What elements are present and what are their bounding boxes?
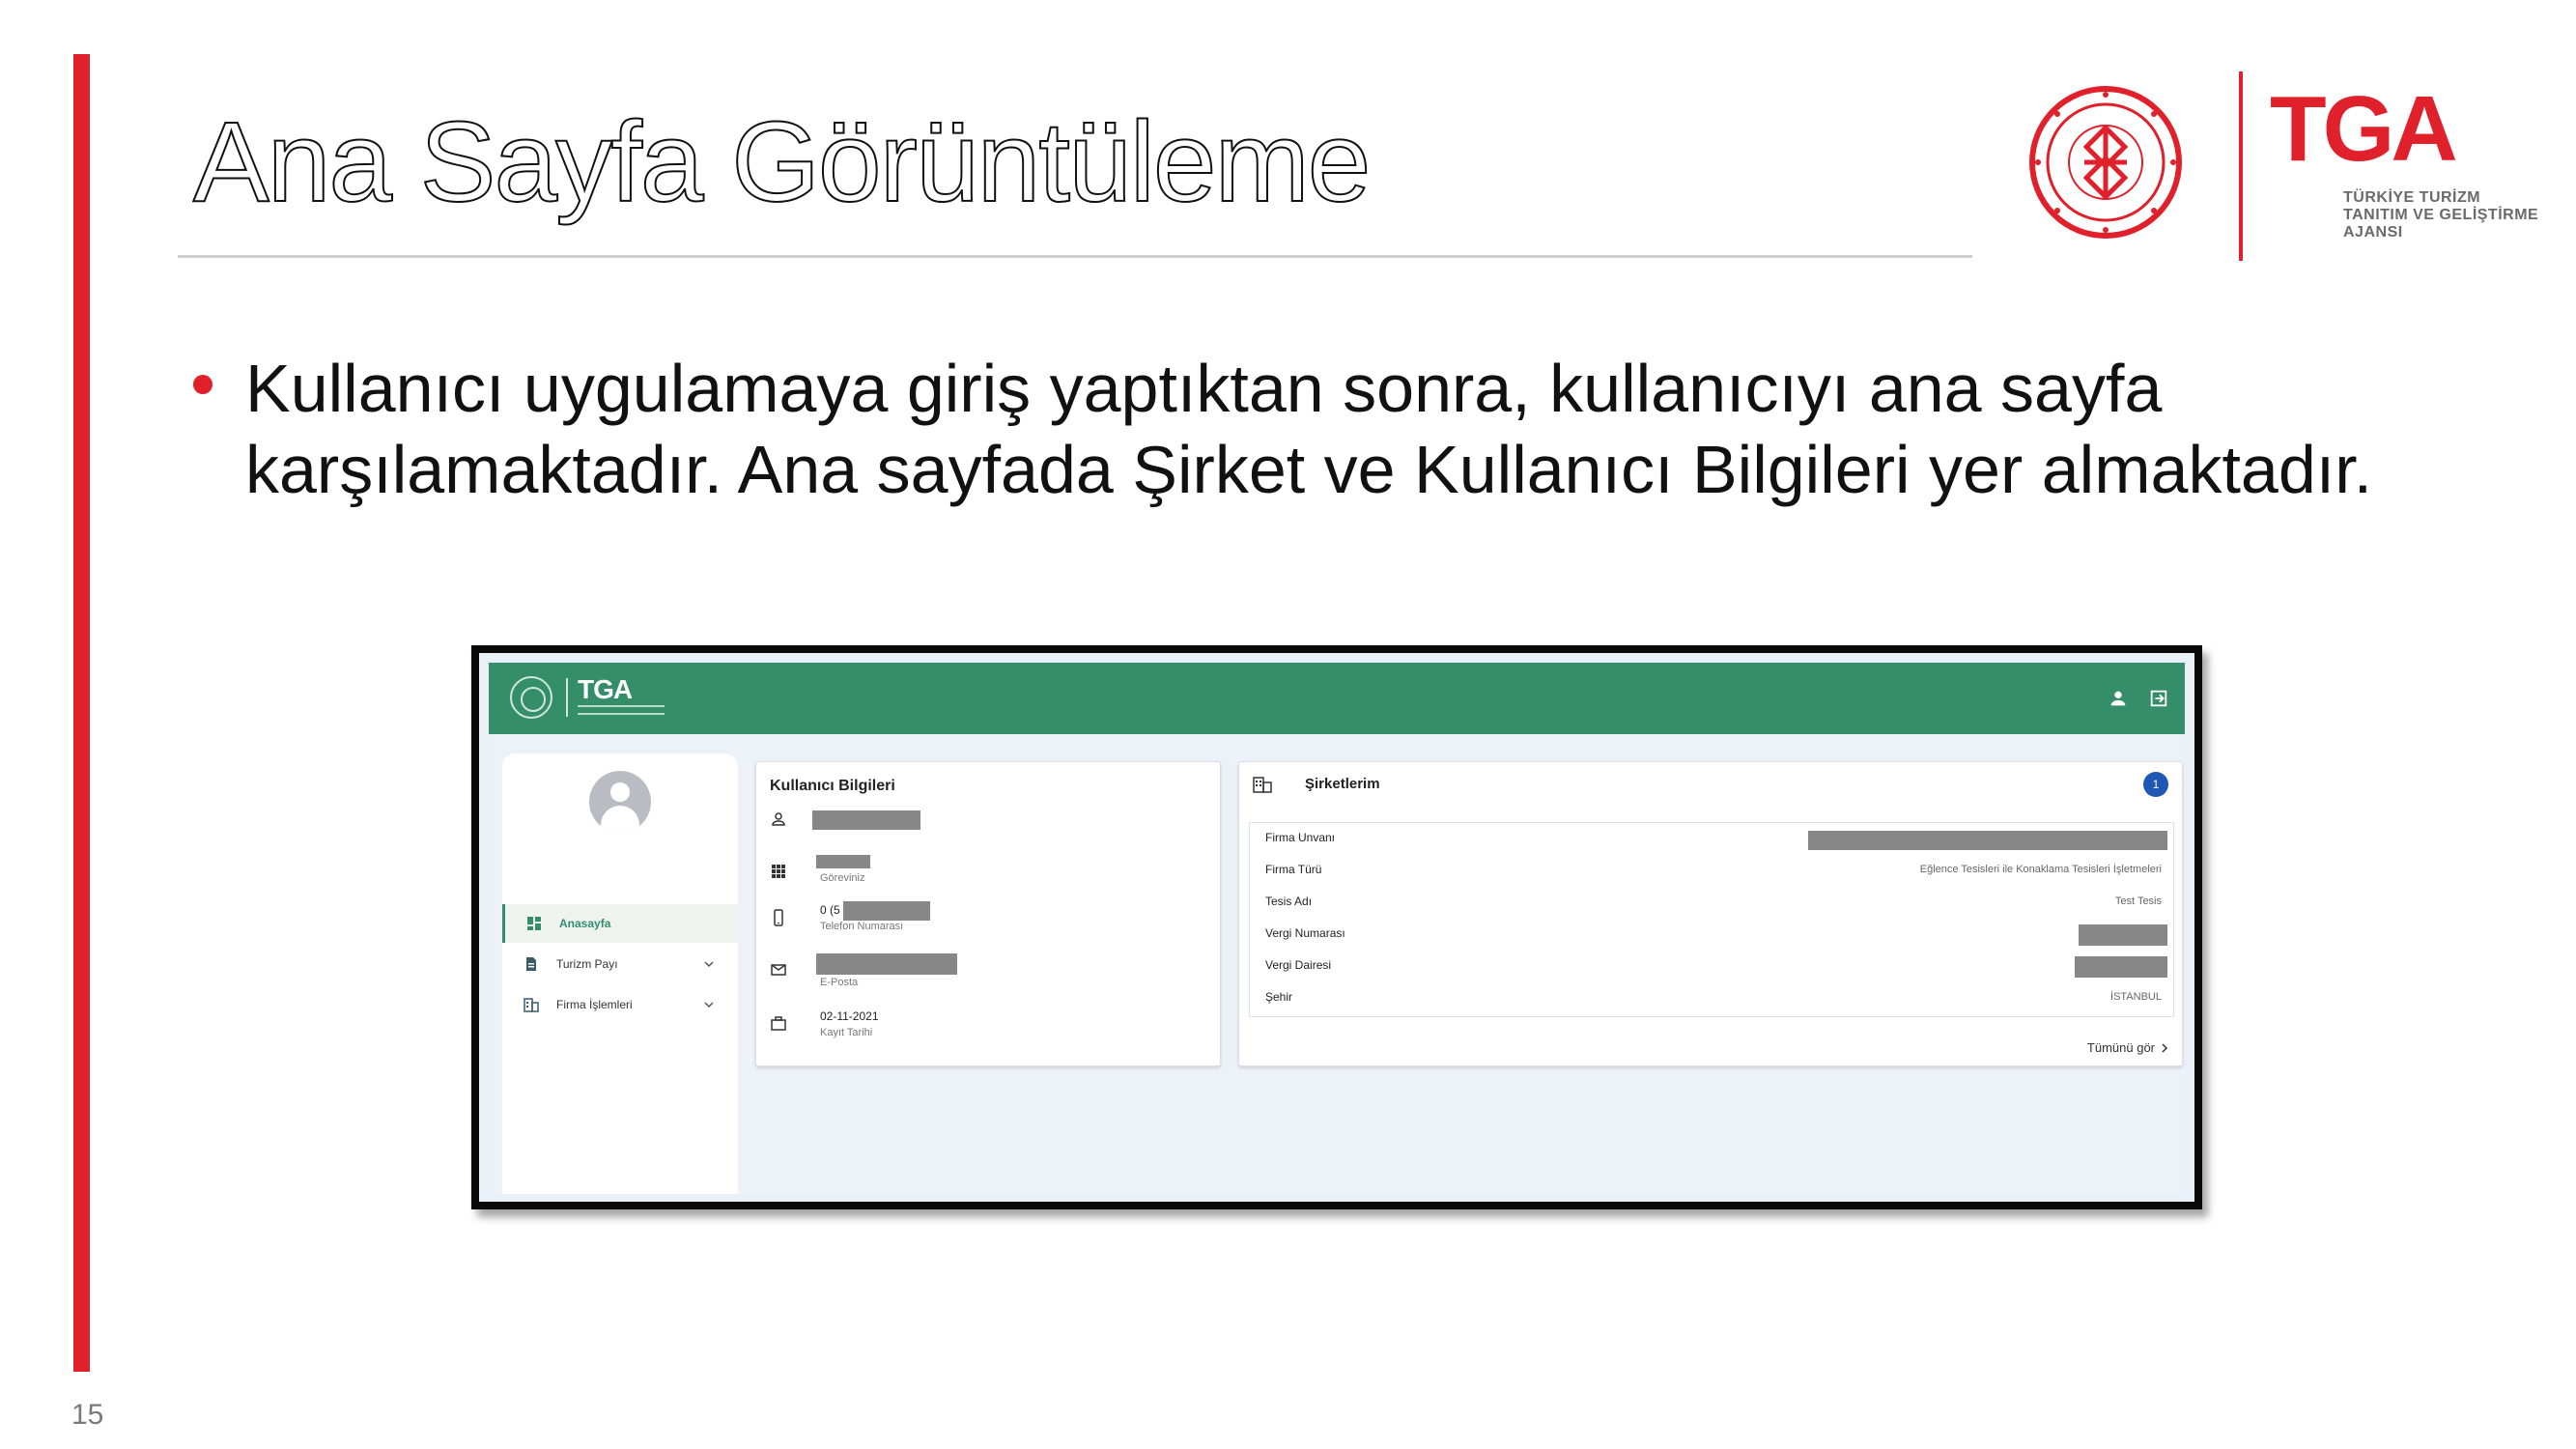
bullet-text: Kullanıcı uygulamaya giriş yaptıktan son… (245, 351, 2373, 507)
redacted-name (812, 810, 920, 830)
phone-value: 0 (5 (820, 903, 840, 917)
sidebar: Anasayfa Turizm Payı Firma İşlemleri (502, 753, 738, 1194)
company-count-badge: 1 (2143, 772, 2168, 797)
redacted-phone (843, 901, 930, 921)
slide-title: Ana Sayfa Görüntüleme (192, 98, 1372, 227)
table-row: Tesis Adı Test Tesis (1250, 887, 2173, 919)
building-icon (1253, 777, 1272, 793)
row-key: Vergi Numarası (1265, 926, 1345, 940)
table-row: Firma Türü Eğlence Tesisleri ile Konakla… (1250, 855, 2173, 887)
row-key: Firma Türü (1265, 863, 1322, 876)
tga-subtitle-line: AJANSI (2343, 224, 2403, 241)
companies-card-title: Şirketlerim (1305, 776, 1380, 792)
date-label: Kayıt Tarihi (820, 1027, 873, 1038)
redacted-position (816, 855, 870, 868)
ministry-seal-icon (2029, 86, 2182, 239)
document-icon (526, 957, 536, 971)
app-logo[interactable]: TGA (510, 674, 684, 721)
app-header: TGA (489, 663, 2185, 734)
dashboard-icon (527, 917, 541, 930)
app-tga-subtitle (578, 705, 665, 715)
user-position-row: Göreviniz (756, 853, 1220, 901)
sidebar-item-label: Turizm Payı (556, 957, 618, 971)
app-window: TGA Anasayfa Turizm Payı Firma İşlemleri… (489, 663, 2185, 1194)
tga-subtitle: TÜRKİYE TURİZM TANITIM VE GELİŞTİRME AJA… (2343, 189, 2538, 242)
phone-label: Telefon Numarası (820, 921, 904, 932)
user-phone-row: 0 (5 Telefon Numarası (756, 901, 1220, 950)
user-card-title: Kullanıcı Bilgileri (770, 778, 895, 794)
email-label: E-Posta (820, 977, 859, 988)
redacted-tax-number (2079, 924, 2167, 946)
sidebar-item-turizm-payi[interactable]: Turizm Payı (502, 945, 738, 983)
row-key: Firma Unvanı (1265, 831, 1336, 844)
tga-subtitle-line: TÜRKİYE TURİZM (2343, 189, 2481, 206)
company-details-table: Firma Unvanı Firma Türü Eğlence Tesisler… (1249, 822, 2174, 1017)
grid-icon (772, 865, 785, 878)
redacted-tax-office (2075, 956, 2167, 978)
user-email-row: E-Posta (756, 953, 1220, 1002)
tga-logo: TGA TÜRKİYE TURİZM TANITIM VE GELİŞTİRME… (2270, 77, 2538, 255)
redacted-company-title (1808, 831, 2167, 850)
chevron-down-icon (704, 1002, 714, 1009)
app-logo-divider (566, 678, 568, 717)
row-key: Vergi Dairesi (1265, 958, 1332, 972)
briefcase-icon (771, 1016, 786, 1031)
phone-icon (774, 909, 783, 926)
user-date-row: 02-11-2021 Kayıt Tarihi (756, 1009, 1220, 1058)
date-value: 02-11-2021 (820, 1009, 879, 1023)
companies-card: Şirketlerim 1 Firma Unvanı Firma Türü Eğ… (1238, 761, 2183, 1066)
mail-icon (771, 964, 786, 976)
tga-wordmark: TGA (2270, 77, 2458, 181)
person-icon (772, 812, 785, 826)
app-screenshot: TGA Anasayfa Turizm Payı Firma İşlemleri… (471, 645, 2202, 1209)
app-tga-wordmark: TGA (578, 674, 633, 704)
row-value: Eğlence Tesisleri ile Konaklama Tesisler… (1919, 864, 2162, 875)
tga-subtitle-line: TANITIM VE GELİŞTİRME (2343, 207, 2539, 223)
sidebar-item-anasayfa[interactable]: Anasayfa (502, 904, 738, 943)
table-row: Firma Unvanı (1250, 823, 2173, 855)
table-row: Vergi Dairesi (1250, 951, 2173, 982)
sidebar-item-firma-islemleri[interactable]: Firma İşlemleri (502, 985, 738, 1024)
accent-bar (73, 54, 90, 1372)
user-account-icon[interactable] (2108, 688, 2129, 709)
logo-divider (2239, 71, 2243, 261)
table-row: Vergi Numarası (1250, 919, 2173, 951)
row-value: Test Tesis (2114, 895, 2162, 907)
sidebar-item-label: Firma İşlemleri (556, 998, 633, 1011)
building-icon (524, 998, 539, 1012)
sidebar-item-label: Anasayfa (559, 917, 611, 930)
see-all-link[interactable]: Tümünü gör (2087, 1040, 2155, 1055)
logout-icon[interactable] (2148, 688, 2169, 709)
user-info-card: Kullanıcı Bilgileri Göreviniz 0 (5 Telef… (755, 761, 1221, 1066)
row-value: İSTANBUL (2110, 991, 2162, 1003)
position-label: Göreviniz (820, 872, 865, 884)
redacted-email (816, 953, 957, 975)
title-divider (178, 255, 1972, 258)
app-seal-icon (510, 676, 552, 719)
table-row: Şehir İSTANBUL (1250, 982, 2173, 1014)
chevron-down-icon (704, 961, 714, 968)
row-key: Tesis Adı (1265, 895, 1313, 908)
row-key: Şehir (1265, 990, 1293, 1004)
page-number: 15 (71, 1399, 104, 1431)
avatar-icon[interactable] (589, 771, 651, 833)
chevron-right-icon[interactable] (2159, 1042, 2170, 1054)
bullet-dot-icon (193, 375, 212, 394)
logo-group: TGA TÜRKİYE TURİZM TANITIM VE GELİŞTİRME… (2028, 71, 2538, 265)
user-name-row (756, 810, 1220, 859)
